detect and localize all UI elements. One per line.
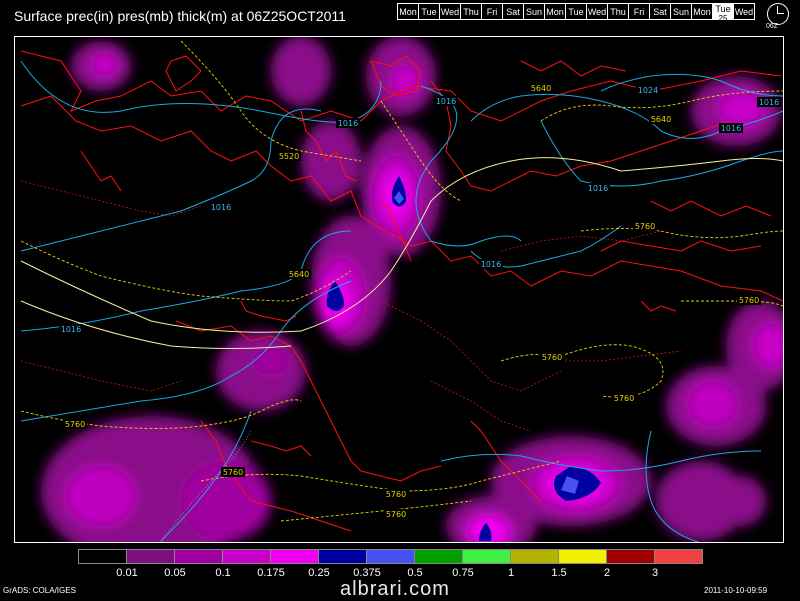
thickness-label: 5760: [542, 353, 562, 362]
day-sun-13[interactable]: Sun: [670, 3, 692, 20]
pressure-label: 1016: [721, 124, 741, 133]
legend-label: 0.05: [164, 567, 186, 579]
legend-swatch: [414, 549, 463, 564]
legend-label: 0.25: [308, 567, 330, 579]
day-tue-8[interactable]: Tue: [565, 3, 587, 20]
legend-swatch: [126, 549, 175, 564]
thickness-label: 5760: [223, 468, 243, 477]
legend-swatch: [462, 549, 511, 564]
thickness-label: 5760: [386, 510, 406, 519]
legend-swatch: [510, 549, 559, 564]
pressure-label: 1016: [338, 119, 358, 128]
precipitation-field: [41, 37, 783, 542]
thickness-label: 5760: [614, 394, 634, 403]
current-day-number: 25: [718, 14, 728, 23]
day-selector[interactable]: Mon Tue Wed Thu Fri Sat Sun Mon Tue Wed Thu Fri Sat S…: [397, 3, 755, 23]
day-sat-5[interactable]: Sat: [502, 3, 524, 20]
thickness-label: 5760: [739, 296, 759, 305]
day-sun-6[interactable]: Sun: [523, 3, 545, 20]
clock-label: 06Z: [766, 23, 779, 30]
thickness-label: 5520: [279, 152, 299, 161]
day-thu-3[interactable]: Thu: [460, 3, 482, 20]
legend-swatch: [318, 549, 367, 564]
day-tue-15[interactable]: Tue 25: [712, 3, 734, 23]
day-mon-14[interactable]: Mon: [691, 3, 713, 20]
day-sat-12[interactable]: Sat: [649, 3, 671, 20]
pressure-label: 1016: [588, 184, 608, 193]
grads-credit: GrADS: COLA/IGES: [3, 586, 76, 595]
thickness-label: 5640: [531, 84, 551, 93]
day-wed-2[interactable]: Wed: [439, 3, 461, 20]
legend-label: 3: [651, 567, 659, 579]
day-wed-9[interactable]: Wed: [586, 3, 608, 20]
legend-label: 2: [603, 567, 611, 579]
legend-swatch: [270, 549, 319, 564]
thickness-label: 5760: [386, 490, 406, 499]
pressure-label: 1024: [638, 86, 658, 95]
watermark: albrari.com: [340, 578, 450, 600]
legend-swatch: [222, 549, 271, 564]
thickness-label: 5760: [635, 222, 655, 231]
legend-label: 1: [507, 567, 515, 579]
day-fri-11[interactable]: Fri: [628, 3, 650, 20]
map-title: Surface prec(in) pres(mb) thick(m) at 06…: [14, 8, 346, 24]
timestamp: 2011-10-10-09:59: [704, 586, 768, 595]
legend-label: 0.1: [215, 567, 231, 579]
legend-label: 0.75: [452, 567, 474, 579]
pressure-label: 1016: [211, 203, 231, 212]
day-fri-4[interactable]: Fri: [481, 3, 503, 20]
pressure-label: 1016: [481, 260, 501, 269]
weather-map: 1016 1016 1016 1016 1016 1016 1024 1016 1016 552…: [20, 37, 783, 542]
day-tue-1[interactable]: Tue: [418, 3, 440, 20]
legend-label: 0.01: [116, 567, 138, 579]
pressure-label: 1016: [436, 97, 456, 106]
legend-swatch: [654, 549, 703, 564]
pressure-label: 1016: [61, 325, 81, 334]
thickness-label: 5640: [289, 270, 309, 279]
map-panel: 1016 1016 1016 1016 1016 1016 1024 1016 1016 552…: [14, 36, 784, 543]
day-wed-16[interactable]: Wed: [733, 3, 755, 20]
clock-icon: [767, 3, 789, 25]
legend-swatch: [78, 549, 127, 564]
thickness-label: 5760: [65, 420, 85, 429]
legend-swatch: [558, 549, 607, 564]
legend-swatch: [174, 549, 223, 564]
legend-swatch: [606, 549, 655, 564]
legend-swatch: [366, 549, 415, 564]
day-mon-7[interactable]: Mon: [544, 3, 566, 20]
day-thu-10[interactable]: Thu: [607, 3, 629, 20]
day-mon-0[interactable]: Mon: [397, 3, 419, 20]
legend-label: 1.5: [551, 567, 567, 579]
color-legend: [78, 549, 703, 564]
pressure-label: 1016: [759, 98, 779, 107]
legend-label: 0.175: [257, 567, 285, 579]
thickness-label: 5640: [651, 115, 671, 124]
